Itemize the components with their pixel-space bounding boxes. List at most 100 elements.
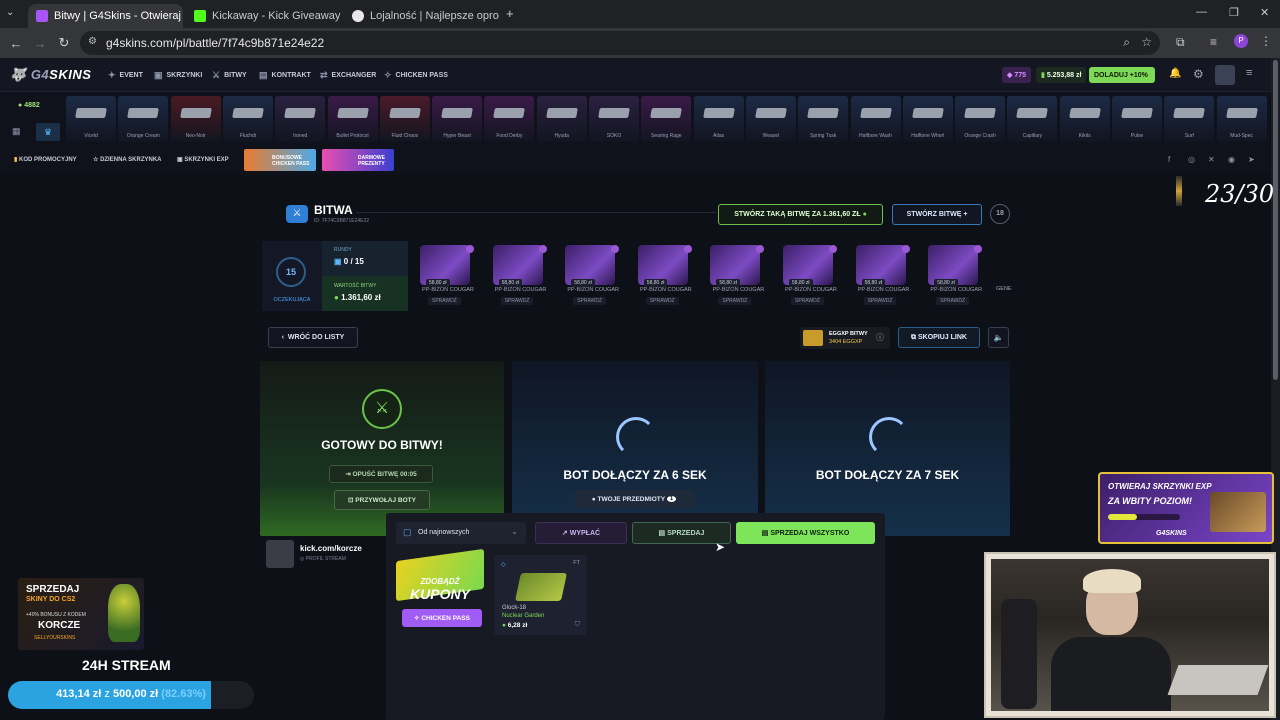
drop-item[interactable]: Pulse <box>1112 96 1162 142</box>
nav-chicken-pass[interactable]: ✧ CHICKEN PASS <box>384 70 448 81</box>
hamburger-menu-icon[interactable]: ≡ <box>1246 67 1252 79</box>
url-field[interactable]: ⚙ g4skins.com/pl/battle/7f74c9b871e24e22… <box>80 31 1160 55</box>
nav-skrzynki[interactable]: ▣ SKRZYNKI <box>154 70 202 81</box>
chicken-pass-banner[interactable]: BONUSOWE CHICKEN PASS <box>244 149 316 171</box>
case-check-button[interactable]: SPRAWDŹ <box>791 297 824 305</box>
drop-item[interactable]: Fluid Chaos <box>379 96 430 142</box>
user-avatar[interactable] <box>1215 65 1235 85</box>
drop-item[interactable]: Bullet Protocol <box>327 96 378 142</box>
site-logo[interactable]: 🐺 G4SKINS <box>10 67 91 83</box>
bookmark-star-icon[interactable]: ☆ <box>1141 35 1152 49</box>
tab-lojalnosc[interactable]: Lojalność | Najlepsze oprogram... ✕ <box>344 4 499 28</box>
shield-icon[interactable]: ⛉ <box>575 621 580 629</box>
drop-item[interactable]: Surf <box>1164 96 1215 142</box>
tab-bitwy[interactable]: Bitwy | G4Skins - Otwieraj skrzy... ✕ <box>28 4 183 28</box>
back-icon[interactable]: ← <box>4 36 28 51</box>
coupons-promo-card[interactable]: ZDOBĄDŹ KUPONY ✧ CHICKEN PASS <box>396 548 484 633</box>
drop-item[interactable]: SOKO <box>589 96 639 142</box>
instagram-icon[interactable]: ◎ <box>1188 155 1195 164</box>
call-bots-button[interactable]: ⊡ PRZYWOŁAJ BOTY <box>334 490 430 510</box>
reading-list-icon[interactable]: ≡ <box>1210 35 1217 49</box>
daily-case-link[interactable]: ☆ DZIENNA SKRZYNKA <box>93 156 162 163</box>
case-check-button[interactable]: SPRAWDŹ <box>936 297 970 305</box>
battle-case[interactable]: 58,80 zł PP-BIZON COUGAR SPRAWDŹ <box>632 243 700 307</box>
case-check-button[interactable]: SPRAWDŹ <box>573 297 607 305</box>
case-check-button[interactable]: SPRAWDŹ <box>428 297 461 305</box>
battle-case[interactable]: 58,80 zł PP-BIZON COUGAR SPRAWDŹ <box>414 243 482 307</box>
case-check-button[interactable]: SPRAWDŹ <box>863 297 897 305</box>
inventory-item-card[interactable]: ◇ FT Glock-18 Nuclear Garden ● 6,28 zł ⛉ <box>494 555 587 635</box>
drop-item[interactable]: Food Derby <box>484 96 535 142</box>
drop-item[interactable]: Weasel <box>745 96 796 142</box>
user-name[interactable]: kick.com/korcze <box>300 544 362 553</box>
drop-item[interactable]: Orange Cream <box>118 96 169 142</box>
battle-case[interactable]: 58,80 zł PP-BIZON COUGAR SPRAWDŹ <box>850 243 918 307</box>
maximize-icon[interactable]: ❐ <box>1229 6 1239 19</box>
zoom-icon[interactable]: ⌕ <box>1123 35 1130 50</box>
info-icon[interactable]: ⓘ <box>876 332 884 343</box>
level-badge[interactable]: ◆ 775 <box>1002 67 1032 83</box>
nav-exchanger[interactable]: ⇄ EXCHANGER <box>320 70 376 81</box>
battle-case[interactable]: 58,80 zł PP-BIZON COUGAR SPRAWDŹ <box>922 243 990 307</box>
my-items-button[interactable]: ● TWOJE PRZEDMIOTY 1 <box>574 490 694 508</box>
free-gifts-banner[interactable]: DARMOWE PREZENTY <box>322 149 394 171</box>
browser-menu-icon[interactable]: ⋮ <box>1260 34 1272 48</box>
withdraw-button[interactable]: ↗ WYPŁAĆ <box>535 522 627 544</box>
sort-dropdown[interactable]: ▢ Od najnowszych ⌄ <box>396 522 526 544</box>
drop-item[interactable]: Fluchdi <box>222 96 273 142</box>
drop-item[interactable]: Ironed <box>275 96 326 142</box>
sound-toggle-button[interactable]: 🔈 <box>988 327 1009 348</box>
case-check-button[interactable]: SPRAWDŹ <box>500 297 534 305</box>
case-check-button[interactable]: SPRAWDŹ <box>718 297 752 305</box>
battle-case[interactable]: 58,80 zł PP-BIZON COUGAR SPRAWDŹ <box>704 243 772 307</box>
exp-cases-link[interactable]: ▣ SKRZYNKI EXP <box>177 156 229 163</box>
scrollbar-thumb[interactable] <box>1273 60 1278 380</box>
crown-icon[interactable]: ♛ <box>36 123 60 141</box>
reload-icon[interactable]: ↻ <box>52 35 76 51</box>
drop-item[interactable]: Spring Tusk <box>798 96 849 142</box>
chicken-pass-button[interactable]: ✧ CHICKEN PASS <box>402 609 482 627</box>
deposit-button[interactable]: DOLADUJ +10% <box>1089 67 1155 83</box>
facebook-icon[interactable]: f <box>1168 155 1170 164</box>
drop-item[interactable]: Halftone Whorl <box>902 96 953 142</box>
create-battle-button[interactable]: STWÓRZ BITWĘ + <box>892 204 982 225</box>
telegram-icon[interactable]: ➤ <box>1248 155 1255 164</box>
drop-item[interactable]: Hyper Beast <box>432 96 483 142</box>
profile-avatar[interactable]: P <box>1234 34 1248 48</box>
balance-display[interactable]: ▮ 5.253,88 zł <box>1036 67 1087 83</box>
new-tab-icon[interactable]: + <box>506 6 514 21</box>
drop-item[interactable]: Capillary <box>1007 96 1058 142</box>
drop-item[interactable]: Mud-Spec <box>1216 96 1267 142</box>
battle-case[interactable]: 58,80 zł PP-BIZON COUGAR SPRAWDŹ <box>777 243 845 307</box>
nav-bitwy[interactable]: ⚔ BITWY <box>212 70 247 81</box>
drop-item[interactable]: Hyuda <box>536 96 587 142</box>
drop-item[interactable]: Neo-Noir <box>170 96 221 142</box>
drop-item[interactable]: Searing Rage <box>641 96 692 142</box>
grid-icon[interactable]: ▦ <box>12 126 21 137</box>
gear-icon[interactable]: ⚙ <box>1193 67 1204 81</box>
drop-item[interactable]: Viceld <box>66 96 116 142</box>
nav-event[interactable]: ✦ EVENT <box>108 70 143 81</box>
back-to-list-button[interactable]: ‹ WRÓĆ DO LISTY <box>268 327 358 348</box>
copy-link-button[interactable]: ⧉ SKOPIUJ LINK <box>898 327 980 348</box>
discord-icon[interactable]: ◉ <box>1228 155 1235 164</box>
drop-item[interactable]: Orange Crash <box>955 96 1006 142</box>
battle-case[interactable]: 58,80 zł PP-BIZON COUGAR SPRAWDŹ <box>559 243 627 307</box>
extensions-icon[interactable]: ⧉ <box>1176 35 1185 50</box>
window-close-icon[interactable]: ✕ <box>1260 6 1269 19</box>
site-info-icon[interactable]: ⚙ <box>88 36 97 47</box>
case-check-button[interactable]: SPRAWDŹ <box>645 297 679 305</box>
drop-item[interactable]: Halfbore Wash <box>850 96 901 142</box>
nav-kontrakt[interactable]: ▤ KONTRAKT <box>259 70 311 81</box>
leave-battle-button[interactable]: ⇥ OPUŚĆ BITWĘ 00:05 <box>329 465 433 483</box>
minimize-icon[interactable]: — <box>1196 6 1207 18</box>
promo-code-link[interactable]: ▮ KOD PROMOCYJNY <box>14 156 77 163</box>
drop-item[interactable]: Kikits <box>1059 96 1110 142</box>
bell-icon[interactable]: 🔔 <box>1169 68 1181 79</box>
tab-kickaway[interactable]: Kickaway - Kick Giveaway Tool ✕ <box>186 4 341 28</box>
sell-all-button[interactable]: ▤ SPRZEDAJ WSZYSTKO <box>736 522 875 544</box>
drop-item[interactable]: Atlas <box>693 96 744 142</box>
x-icon[interactable]: ✕ <box>1208 155 1215 164</box>
battle-case[interactable]: 58,80 zł PP-BIZON COUGAR SPRAWDŹ <box>487 243 555 307</box>
tab-list-icon[interactable]: ⌄ <box>6 7 14 18</box>
